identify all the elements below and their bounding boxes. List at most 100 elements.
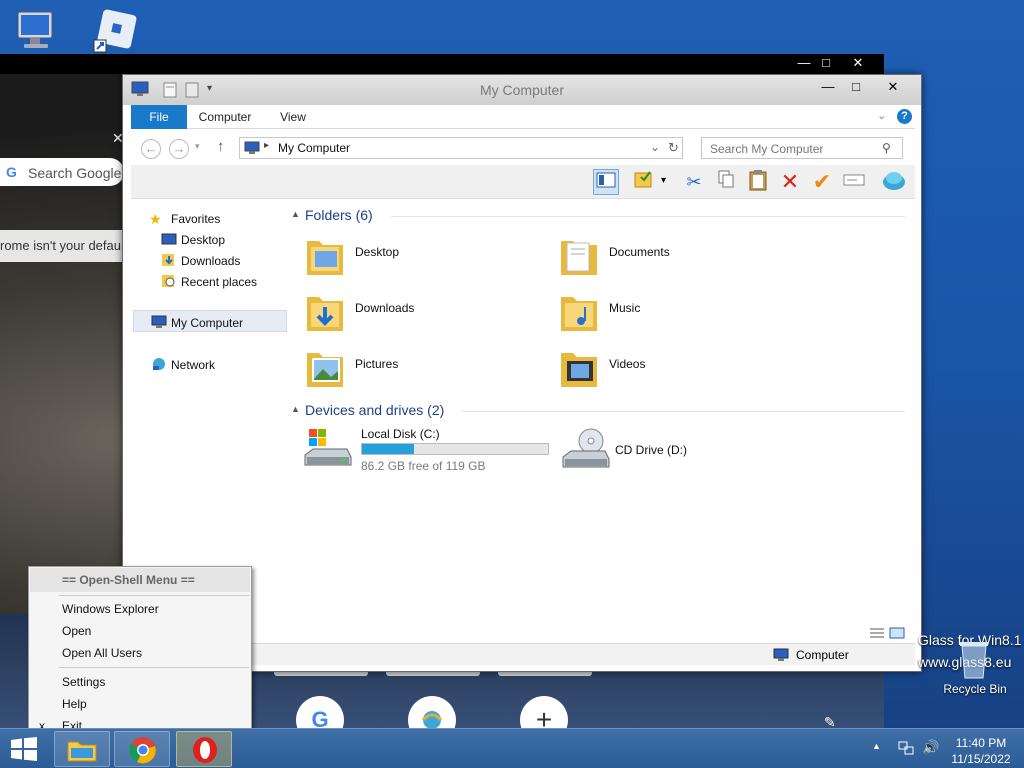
nav-network[interactable]: Network: [171, 355, 215, 375]
tab-file[interactable]: File: [131, 105, 187, 129]
back-button[interactable]: ←: [141, 139, 161, 159]
folder-desktop-label[interactable]: Desktop: [355, 245, 399, 259]
preview-pane-icon[interactable]: [593, 169, 619, 195]
menu-item-settings[interactable]: Settings: [62, 672, 105, 692]
nav-desktop[interactable]: Desktop: [181, 230, 225, 250]
rename-icon[interactable]: [841, 169, 867, 195]
cd-drive-label[interactable]: CD Drive (D:): [615, 443, 687, 457]
local-disk-icon[interactable]: [303, 427, 353, 471]
folder-videos-icon[interactable]: [559, 345, 599, 389]
taskbar-clock[interactable]: 11:40 PM 11/15/2022: [946, 735, 1016, 767]
open-shell-context-menu: == Open-Shell Menu == Windows Explorer O…: [28, 566, 252, 738]
taskbar-chrome[interactable]: [114, 731, 170, 767]
context-menu-header: == Open-Shell Menu ==: [62, 573, 195, 587]
menu-item-windows-explorer[interactable]: Windows Explorer: [62, 599, 159, 619]
menu-item-open-all-users[interactable]: Open All Users: [62, 643, 142, 663]
forward-button[interactable]: →: [169, 139, 189, 159]
large-icons-view-icon[interactable]: [889, 627, 905, 639]
breadcrumb-chevron-icon[interactable]: ▸: [264, 140, 269, 151]
maximize-button[interactable]: □: [843, 77, 869, 97]
folder-pictures-icon[interactable]: [305, 345, 345, 389]
volume-icon[interactable]: 🔊: [922, 739, 939, 756]
folder-desktop-icon[interactable]: [305, 233, 345, 277]
local-disk-label[interactable]: Local Disk (C:): [361, 427, 440, 441]
folder-downloads-icon[interactable]: [305, 289, 345, 333]
chrome-search-placeholder: Search Google: [28, 165, 122, 181]
details-view-icon[interactable]: [869, 627, 885, 639]
local-disk-usage-bar: [361, 443, 549, 455]
ribbon-tabs: File Computer View ⌄ ?: [131, 105, 915, 129]
folders-collapse-icon[interactable]: ▲: [291, 209, 300, 219]
taskbar-file-explorer[interactable]: [54, 731, 110, 767]
status-text: Computer: [796, 648, 849, 662]
computer-status-icon: [773, 648, 789, 661]
nav-recent-places[interactable]: Recent places: [181, 272, 257, 292]
delete-icon[interactable]: ✕: [777, 169, 803, 195]
local-disk-usage-fill: [362, 444, 415, 454]
opera-icon: [193, 737, 217, 763]
refresh-icon[interactable]: ↻: [668, 140, 679, 156]
computer-icon[interactable]: [12, 8, 62, 58]
folder-options-icon[interactable]: [631, 169, 657, 195]
paste-icon[interactable]: [745, 169, 771, 195]
toolbar: ▾ ✂ ✕ ✔: [131, 165, 915, 199]
folder-music-label[interactable]: Music: [609, 301, 640, 315]
recent-locations-icon[interactable]: ▾: [195, 141, 200, 152]
roblox-icon[interactable]: [92, 8, 142, 58]
ribbon-collapse-icon[interactable]: ⌄: [877, 109, 886, 122]
folder-downloads-label[interactable]: Downloads: [355, 301, 414, 315]
default-browser-banner: rome isn't your defau: [0, 230, 126, 262]
menu-item-open[interactable]: Open: [62, 621, 91, 641]
google-g-icon: G: [6, 164, 17, 180]
nav-favorites[interactable]: Favorites: [171, 209, 220, 229]
tray-overflow-icon[interactable]: ▲: [872, 741, 881, 751]
explorer-title: My Computer: [479, 82, 565, 98]
nav-downloads[interactable]: Downloads: [181, 251, 240, 271]
tab-computer[interactable]: Computer: [195, 105, 255, 129]
folder-documents-icon[interactable]: [559, 233, 599, 277]
cd-drive-icon[interactable]: [561, 427, 611, 471]
local-disk-free-space: 86.2 GB free of 119 GB: [361, 459, 486, 473]
favorites-star-icon: ★: [149, 211, 162, 227]
drives-collapse-icon[interactable]: ▲: [291, 404, 300, 414]
folders-header[interactable]: Folders (6): [305, 207, 373, 223]
network-tray-icon[interactable]: [898, 740, 914, 756]
taskbar: ▲ 🔊 11:40 PM 11/15/2022: [0, 728, 1024, 768]
folder-videos-label[interactable]: Videos: [609, 357, 645, 371]
tab-view[interactable]: View: [273, 105, 313, 129]
open-shell-icon[interactable]: [881, 169, 907, 195]
folder-music-icon[interactable]: [559, 289, 599, 333]
address-bar[interactable]: ▸ My Computer ⌄ ↻: [239, 137, 683, 159]
recycle-bin-icon[interactable]: [956, 638, 992, 680]
address-dropdown-icon[interactable]: ⌄: [650, 140, 660, 154]
recycle-bin-label[interactable]: Recycle Bin: [930, 682, 1020, 696]
minimize-button[interactable]: —: [815, 77, 841, 97]
network-small-icon: [153, 358, 165, 370]
recent-places-small-icon: [162, 275, 175, 287]
search-icon: ⚲: [882, 141, 891, 155]
chrome-close-button[interactable]: ✕: [842, 54, 874, 72]
search-input[interactable]: Search My Computer ⚲: [701, 137, 903, 159]
drives-divider: [461, 411, 905, 412]
chrome-search-box[interactable]: G Search Google: [0, 158, 124, 186]
nav-my-computer[interactable]: My Computer: [171, 313, 243, 333]
taskbar-opera[interactable]: [176, 731, 232, 767]
folder-documents-label[interactable]: Documents: [609, 245, 670, 259]
file-explorer-icon: [67, 741, 97, 762]
help-icon[interactable]: ?: [897, 109, 912, 124]
copy-icon[interactable]: [713, 169, 739, 195]
drives-header[interactable]: Devices and drives (2): [305, 402, 444, 418]
menu-item-help[interactable]: Help: [62, 694, 87, 714]
folder-pictures-label[interactable]: Pictures: [355, 357, 398, 371]
folders-divider: [391, 216, 905, 217]
chrome-maximize-button[interactable]: □: [810, 54, 842, 72]
start-windows-icon[interactable]: [10, 737, 38, 761]
folder-options-dropdown-icon[interactable]: ▾: [661, 175, 666, 186]
select-check-icon[interactable]: ✔: [809, 169, 835, 195]
default-browser-text: rome isn't your defau: [0, 238, 121, 253]
chrome-titlebar[interactable]: [0, 54, 884, 74]
close-button[interactable]: ✕: [871, 77, 915, 97]
up-arrow-icon[interactable]: ↑: [217, 138, 225, 155]
cut-icon[interactable]: ✂: [681, 169, 707, 195]
explorer-titlebar[interactable]: ▾ My Computer — □ ✕: [123, 75, 921, 105]
